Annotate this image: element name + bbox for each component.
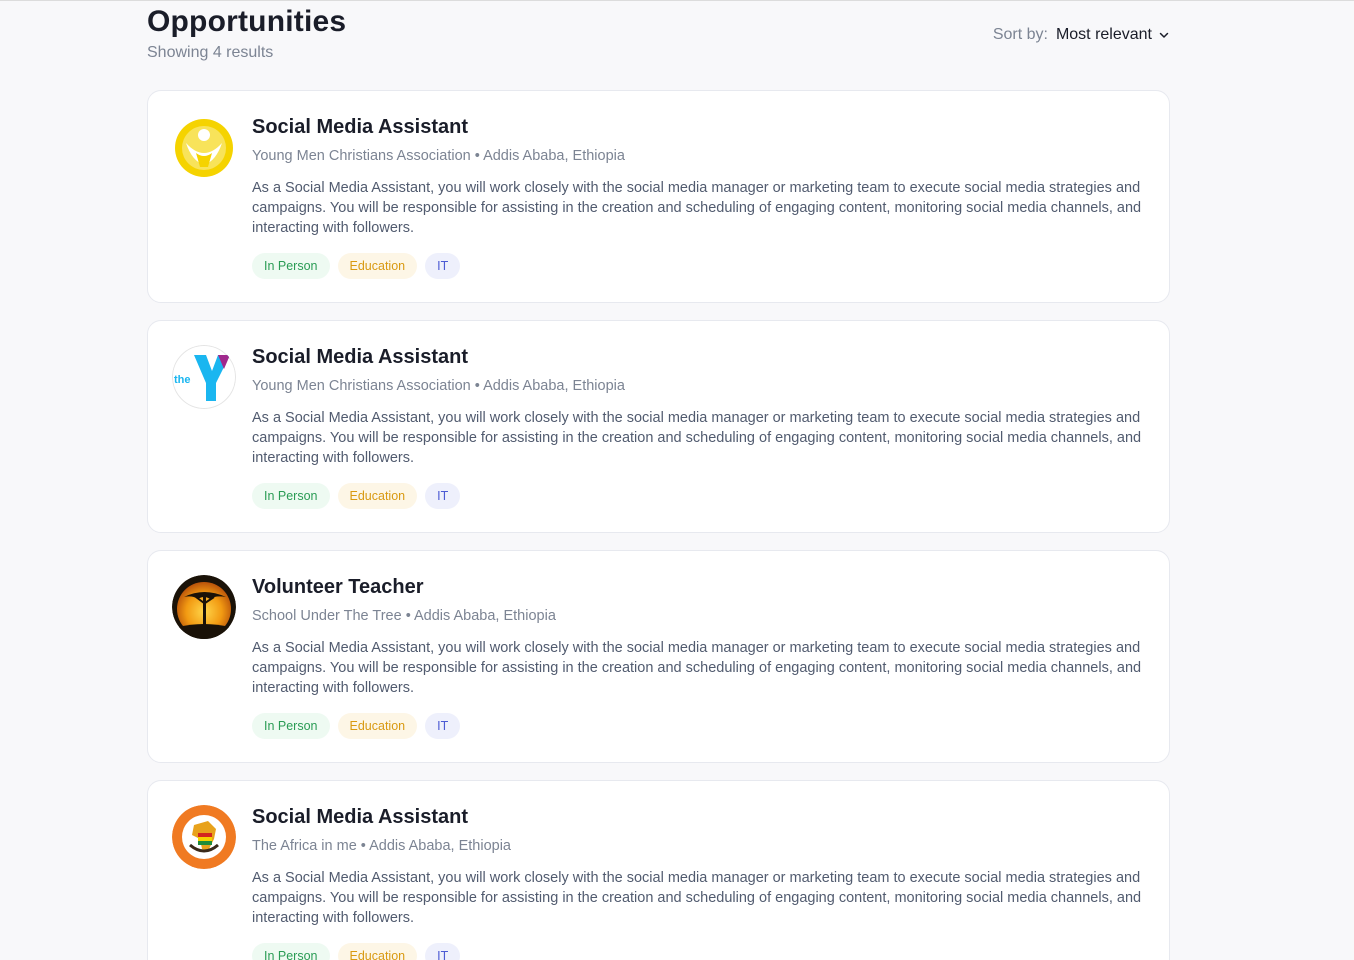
job-description: As a Social Media Assistant, you will wo… — [252, 180, 1142, 236]
job-location: Addis Ababa, Ethiopia — [369, 838, 511, 854]
job-title[interactable]: Social Media Assistant — [252, 116, 468, 139]
job-title[interactable]: Social Media Assistant — [252, 806, 468, 829]
sort-value-label: Most relevant — [1055, 26, 1152, 43]
tag-education: Education — [337, 713, 418, 739]
organization-name: Young Men Christians Association — [252, 148, 471, 164]
job-meta: The Africa in me • Addis Ababa, Ethiopia — [252, 838, 511, 854]
job-tags: In Person Education IT — [252, 483, 461, 509]
opportunities-page: Opportunities Showing 4 results Sort by:… — [147, 1, 1170, 960]
chevron-down-icon — [1159, 32, 1169, 38]
job-card[interactable]: Social Media Assistant Young Men Christi… — [147, 90, 1170, 303]
job-description: As a Social Media Assistant, you will wo… — [252, 870, 1142, 926]
meta-separator: • — [360, 838, 366, 854]
meta-separator: • — [474, 378, 480, 394]
job-description: As a Social Media Assistant, you will wo… — [252, 640, 1142, 696]
organization-name: School Under The Tree — [252, 608, 402, 624]
tag-it: IT — [425, 943, 461, 960]
tag-it: IT — [425, 483, 461, 509]
sort-label: Sort by: — [992, 26, 1048, 43]
sort-dropdown[interactable]: Most relevant — [1056, 26, 1170, 44]
results-count: Showing 4 results — [147, 44, 274, 61]
organization-name: Young Men Christians Association — [252, 378, 471, 394]
job-tags: In Person Education IT — [252, 943, 461, 960]
job-title[interactable]: Volunteer Teacher — [252, 576, 424, 599]
ymca-yellow-logo — [172, 115, 236, 179]
logo-the-text: the — [174, 374, 191, 386]
job-description: As a Social Media Assistant, you will wo… — [252, 410, 1142, 466]
job-location: Addis Ababa, Ethiopia — [483, 148, 625, 164]
tag-in-person: In Person — [252, 483, 330, 509]
africa-in-me-logo — [172, 805, 236, 869]
job-tags: In Person Education IT — [252, 253, 461, 279]
tag-education: Education — [337, 943, 418, 960]
job-card[interactable]: Volunteer Teacher School Under The Tree … — [147, 550, 1170, 763]
tree-sunset-logo — [172, 575, 236, 639]
meta-separator: • — [474, 148, 480, 164]
tag-it: IT — [425, 713, 461, 739]
job-meta: School Under The Tree • Addis Ababa, Eth… — [252, 608, 556, 624]
meta-separator: • — [405, 608, 411, 624]
organization-name: The Africa in me — [252, 838, 357, 854]
tag-education: Education — [337, 483, 418, 509]
tag-education: Education — [337, 253, 418, 279]
sort-control: Sort by: Most relevant — [993, 26, 1170, 44]
tag-it: IT — [425, 253, 461, 279]
job-meta: Young Men Christians Association • Addis… — [252, 148, 625, 164]
job-card[interactable]: Social Media Assistant The Africa in me … — [147, 780, 1170, 960]
job-location: Addis Ababa, Ethiopia — [414, 608, 556, 624]
tag-in-person: In Person — [252, 713, 330, 739]
job-title[interactable]: Social Media Assistant — [252, 346, 468, 369]
job-card[interactable]: the Social Media Assistant Young Men Chr… — [147, 320, 1170, 533]
page-header: Opportunities Showing 4 results Sort by:… — [147, 1, 1170, 89]
job-meta: Young Men Christians Association • Addis… — [252, 378, 625, 394]
the-y-logo: the — [172, 345, 236, 409]
tag-in-person: In Person — [252, 943, 330, 960]
job-tags: In Person Education IT — [252, 713, 461, 739]
tag-in-person: In Person — [252, 253, 330, 279]
job-location: Addis Ababa, Ethiopia — [483, 378, 625, 394]
page-title: Opportunities — [147, 5, 347, 38]
